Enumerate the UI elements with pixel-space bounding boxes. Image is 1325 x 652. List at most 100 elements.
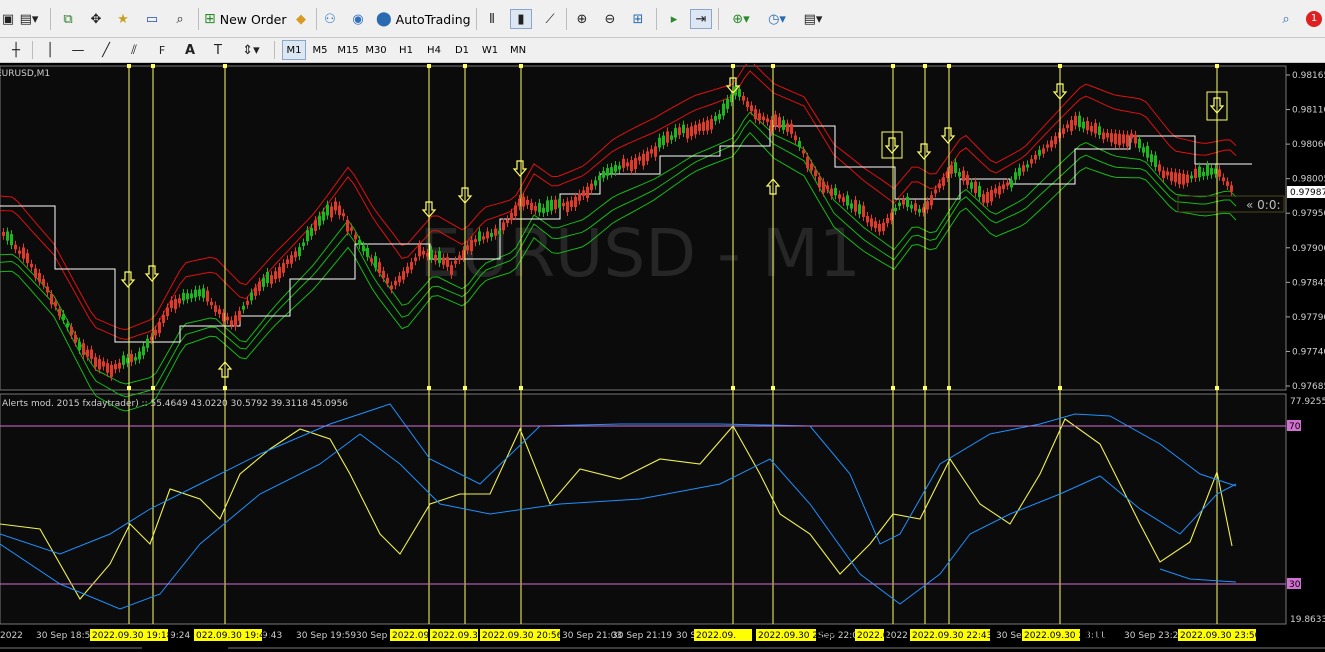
timeframe-h1-button[interactable]: H1 — [394, 40, 418, 60]
candle-body — [1206, 164, 1209, 176]
crosshair-toolbar-icon[interactable]: ✥ — [86, 9, 106, 29]
candle-body — [858, 204, 861, 215]
zoom-out-icon[interactable]: ⊖ — [600, 9, 620, 29]
market-icon[interactable]: ◉ — [348, 9, 368, 29]
tile-windows-icon[interactable]: ⊞ — [628, 9, 648, 29]
market-watch-icon[interactable]: ⧉ — [58, 9, 78, 29]
auto-scroll-icon[interactable]: ▸ — [664, 9, 684, 29]
candle-body — [1074, 115, 1077, 126]
candle-body — [778, 117, 781, 128]
candlestick-chart-icon[interactable]: ▮ — [510, 9, 532, 29]
chart-shift-icon[interactable]: ⇥ — [690, 9, 712, 29]
candle-body — [798, 141, 801, 147]
candle-body — [410, 261, 413, 270]
candle-body — [854, 199, 857, 212]
candle-body — [974, 181, 977, 193]
search-icon[interactable]: ⌕ — [1276, 9, 1296, 29]
candle-body — [186, 293, 189, 300]
autotrading-button[interactable]: ⬤ AutoTrading — [376, 7, 471, 31]
candle-body — [138, 351, 141, 360]
timeframe-m30-button[interactable]: M30 — [364, 40, 388, 60]
signal-line-handle — [771, 386, 775, 390]
candle-body — [670, 135, 673, 140]
equidistant-channel-icon[interactable]: ⫽ — [124, 41, 144, 59]
timeframe-m15-button[interactable]: M15 — [336, 40, 360, 60]
signal-line-handle — [731, 64, 735, 68]
timeframe-m1-button[interactable]: M1 — [282, 40, 306, 60]
candle-body — [434, 254, 437, 261]
crosshair-tool-icon[interactable]: ┼ — [6, 41, 26, 59]
candle-body — [398, 275, 401, 283]
signal-line-handle — [731, 386, 735, 390]
candle-body — [490, 232, 493, 237]
metaeditor-icon[interactable]: ◆ — [290, 9, 312, 29]
candle-body — [582, 190, 585, 197]
new-order-button[interactable]: ⊞ New Order — [204, 7, 287, 31]
candle-body — [1098, 126, 1101, 136]
timeframe-mn-button[interactable]: MN — [506, 40, 530, 60]
terminal-icon[interactable]: ▭ — [142, 9, 162, 29]
arrows-dropdown-icon[interactable]: ⇕▾ — [236, 41, 266, 59]
timeframe-w1-button[interactable]: W1 — [478, 40, 502, 60]
candle-body — [526, 199, 529, 205]
candle-body — [954, 162, 957, 173]
new-order-label: New Order — [219, 11, 287, 27]
signals-icon[interactable]: ⚇ — [320, 9, 340, 29]
vertical-line-icon[interactable]: │ — [40, 41, 60, 59]
timeframe-d1-button[interactable]: D1 — [450, 40, 474, 60]
fibonacci-icon[interactable]: F — [152, 41, 172, 59]
candle-body — [1158, 164, 1161, 172]
periods-dropdown-icon[interactable]: ◷▾ — [762, 9, 792, 29]
candle-body — [638, 156, 641, 161]
line-chart-icon[interactable]: ⟋ — [540, 9, 560, 29]
candle-body — [1122, 134, 1125, 144]
candle-body — [906, 196, 909, 207]
candle-body — [1046, 144, 1049, 148]
zoom-in-icon[interactable]: ⊕ — [572, 9, 592, 29]
candle-body — [162, 314, 165, 323]
horizontal-line-icon[interactable]: — — [68, 41, 88, 59]
candle-body — [726, 98, 729, 109]
candle-body — [1118, 133, 1121, 146]
candle-body — [842, 197, 845, 202]
candle-body — [694, 124, 697, 135]
candle-body — [494, 228, 497, 236]
timeframe-h4-button[interactable]: H4 — [422, 40, 446, 60]
chart-window[interactable]: EURUSD - M1 EURUSD,M1 Alerts mod. 2015 f… — [0, 64, 1325, 652]
bar-chart-icon[interactable]: ⫴ — [482, 9, 502, 29]
signal-line-handle — [1215, 64, 1219, 68]
candle-body — [6, 231, 9, 241]
candle-body — [1226, 181, 1229, 186]
price-tick-label: 0.97950 — [1292, 209, 1325, 219]
candle-body — [58, 309, 61, 316]
candle-body — [758, 113, 761, 121]
candle-body — [914, 203, 917, 211]
text-tool-icon[interactable]: A — [180, 41, 200, 59]
navigator-icon[interactable]: ★ — [113, 9, 133, 29]
timeframe-m5-button[interactable]: M5 — [308, 40, 332, 60]
candle-body — [910, 204, 913, 209]
candle-body — [62, 314, 65, 320]
signal-line-handle — [223, 64, 227, 68]
price-tick-label: 0.97685 — [1292, 382, 1325, 392]
candle-body — [454, 260, 457, 264]
candle-body — [258, 281, 261, 292]
templates-dropdown-icon[interactable]: ▤▾ — [798, 9, 828, 29]
profiles-dropdown-icon[interactable]: ▤▾ — [14, 9, 44, 29]
candle-body — [774, 114, 777, 126]
candle-body — [122, 355, 125, 365]
strategy-tester-icon[interactable]: ⌕ — [170, 9, 190, 29]
candle-body — [714, 116, 717, 121]
candle-body — [110, 365, 113, 377]
candle-body — [422, 250, 425, 255]
trendline-icon[interactable]: ╱ — [96, 41, 116, 59]
candle-body — [218, 309, 221, 315]
autotrading-label: AutoTrading — [395, 11, 471, 27]
indicators-dropdown-icon[interactable]: ⊕▾ — [726, 9, 756, 29]
candle-body — [686, 127, 689, 139]
candle-body — [214, 305, 217, 312]
signal-line-handle — [463, 386, 467, 390]
notifications-icon[interactable]: 1 — [1303, 9, 1325, 29]
candle-body — [194, 289, 197, 298]
text-label-icon[interactable]: T — [208, 41, 228, 59]
